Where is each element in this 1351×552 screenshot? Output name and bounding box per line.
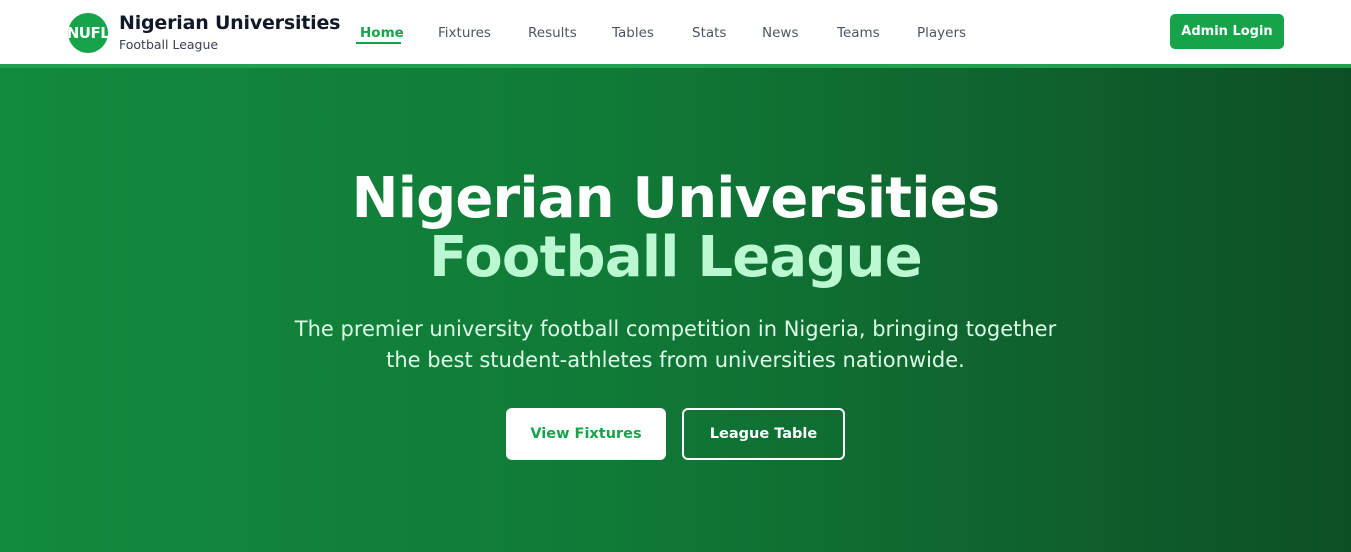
- brand-title: Nigerian Universities: [119, 12, 341, 34]
- nav-home[interactable]: Home: [360, 24, 404, 42]
- hero-title-line1: Nigerian Universities: [351, 166, 1001, 231]
- brand-text: Nigerian Universities Football League: [119, 12, 340, 54]
- admin-login-button[interactable]: Admin Login: [1170, 14, 1284, 49]
- top-navbar: NUFL Nigerian Universities Football Leag…: [0, 0, 1351, 64]
- nav-stats[interactable]: Stats: [692, 24, 726, 42]
- nufl-logo: NUFL: [68, 13, 108, 53]
- active-nav-indicator: [356, 42, 401, 44]
- nav-fixtures[interactable]: Fixtures: [438, 24, 491, 42]
- hero-section: Nigerian Universities Football League Th…: [0, 64, 1351, 552]
- hero-title-line2: Football League: [429, 225, 923, 290]
- nav-tables[interactable]: Tables: [612, 24, 654, 42]
- league-table-button[interactable]: League Table: [682, 408, 845, 460]
- view-fixtures-button[interactable]: View Fixtures: [506, 408, 666, 460]
- brand-subtitle: Football League: [119, 37, 219, 52]
- hero-description: The premier university football competit…: [294, 317, 1057, 372]
- nav-news[interactable]: News: [762, 24, 798, 42]
- nav-results[interactable]: Results: [528, 24, 577, 42]
- brand[interactable]: NUFL Nigerian Universities Football Leag…: [68, 12, 340, 54]
- nav-players[interactable]: Players: [917, 24, 966, 42]
- nav-teams[interactable]: Teams: [837, 24, 880, 42]
